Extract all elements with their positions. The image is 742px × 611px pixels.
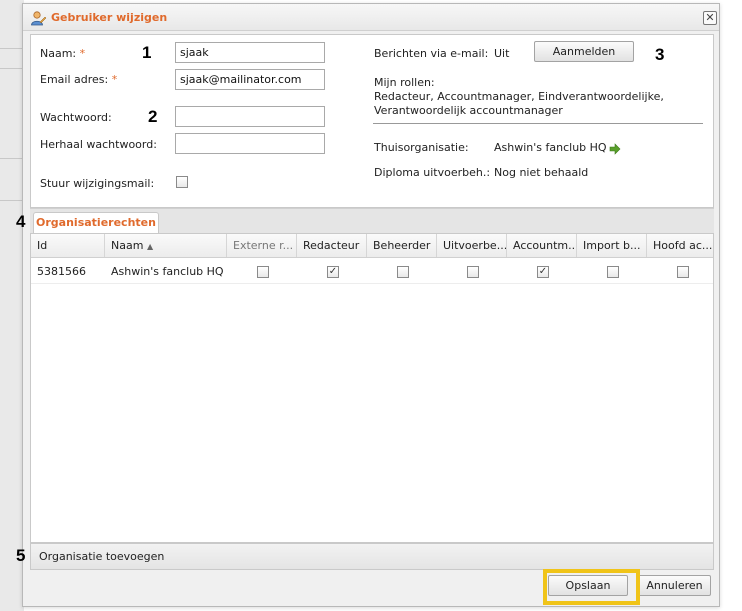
diploma-label: Diploma uitvoerbeh.: [374, 166, 491, 179]
accountm-checkbox[interactable]: ✓ [537, 266, 549, 278]
column-header-naam[interactable]: Naam ▲ [105, 234, 227, 257]
name-label: Naam: * [40, 47, 86, 60]
go-arrow-icon[interactable] [609, 143, 621, 155]
close-icon: ✕ [705, 11, 715, 24]
externe-checkbox[interactable] [257, 266, 269, 278]
home-org-value: Ashwin's fanclub HQ [494, 141, 607, 154]
column-header-redacteur[interactable]: Redacteur [297, 234, 367, 257]
background-strip [0, 0, 24, 611]
column-header-uitvoerbe[interactable]: Uitvoerbe... [437, 234, 507, 257]
table-row[interactable]: 5381566 Ashwin's fanclub HQ ✓ ✓ [31, 259, 713, 284]
column-header-import[interactable]: Import b... [577, 234, 647, 257]
home-org-label: Thuisorganisatie: [374, 141, 469, 154]
send-mail-label: Stuur wijzigingsmail: [40, 177, 155, 190]
redacteur-checkbox[interactable]: ✓ [327, 266, 339, 278]
import-checkbox[interactable] [607, 266, 619, 278]
close-button[interactable]: ✕ [703, 11, 717, 25]
grid-header: Id Naam ▲ Externe r... Redacteur Beheerd… [31, 234, 713, 258]
user-form-panel: Naam: * 1 Email adres: * Wachtwoord: 2 H… [30, 34, 714, 208]
column-header-id[interactable]: Id [31, 234, 105, 257]
save-highlight-frame [543, 569, 640, 605]
roles-line-1: Redacteur, Accountmanager, Eindverantwoo… [374, 90, 664, 103]
tab-strip: Organisatierechten [30, 208, 714, 234]
sort-ascending-icon: ▲ [146, 242, 154, 251]
dialog-title: Gebruiker wijzigen [51, 11, 168, 24]
send-mail-checkbox[interactable] [176, 176, 188, 188]
dialog-titlebar: Gebruiker wijzigen ✕ [23, 4, 719, 31]
email-messages-label: Berichten via e-mail: [374, 47, 489, 60]
annotation-marker: 1 [142, 43, 152, 62]
divider [373, 123, 703, 124]
beheerder-checkbox[interactable] [397, 266, 409, 278]
diploma-value: Nog niet behaald [494, 166, 589, 179]
annotation-marker: 2 [148, 107, 158, 126]
repeat-password-label: Herhaal wachtwoord: [40, 138, 157, 151]
cell-naam: Ashwin's fanclub HQ [111, 265, 224, 278]
cancel-button[interactable]: Annuleren [638, 575, 711, 596]
annotation-marker: 5 [16, 546, 26, 565]
column-header-beheerder[interactable]: Beheerder [367, 234, 437, 257]
email-label: Email adres: * [40, 73, 118, 86]
password-input[interactable] [175, 106, 325, 127]
user-edit-icon [31, 11, 46, 26]
annotation-marker: 3 [655, 45, 665, 64]
tab-organisatierechten[interactable]: Organisatierechten [33, 212, 159, 234]
email-messages-value: Uit [494, 47, 510, 60]
roles-label: Mijn rollen: [374, 76, 435, 89]
hoofd-checkbox[interactable] [677, 266, 689, 278]
organisation-rights-grid: Id Naam ▲ Externe r... Redacteur Beheerd… [30, 233, 714, 543]
name-input[interactable] [175, 42, 325, 63]
column-header-accountm[interactable]: Accountm... [507, 234, 577, 257]
edit-user-dialog: Gebruiker wijzigen ✕ Naam: * 1 Email adr… [22, 3, 720, 607]
repeat-password-input[interactable] [175, 133, 325, 154]
add-organisation-button[interactable]: Organisatie toevoegen [30, 543, 714, 570]
column-header-hoofd[interactable]: Hoofd ac... [647, 234, 713, 257]
email-input[interactable] [175, 69, 325, 90]
subscribe-button[interactable]: Aanmelden [534, 41, 634, 62]
column-header-externe[interactable]: Externe r... [227, 234, 297, 257]
cell-id: 5381566 [37, 265, 86, 278]
roles-line-2: Verantwoordelijk accountmanager [374, 104, 563, 117]
uitvoerbe-checkbox[interactable] [467, 266, 479, 278]
annotation-marker: 4 [16, 212, 26, 231]
password-label: Wachtwoord: [40, 111, 112, 124]
